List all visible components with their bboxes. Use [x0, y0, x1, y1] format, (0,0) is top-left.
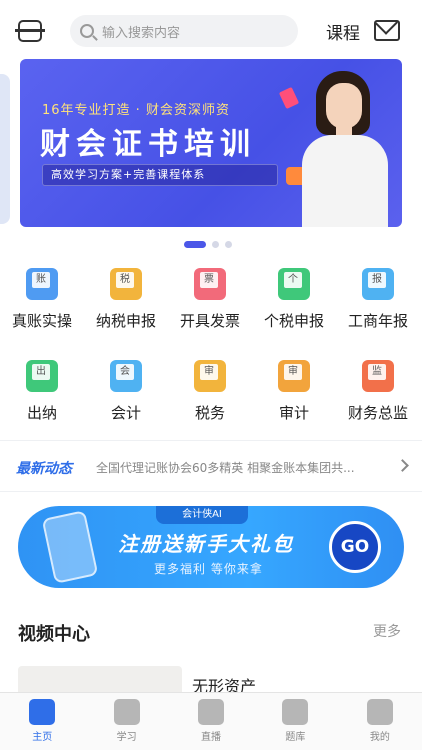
banner-pagination [184, 241, 232, 248]
book-decoration-icon [278, 86, 300, 110]
live-icon [198, 699, 225, 725]
service-icon: 监 [362, 360, 394, 392]
grid-item[interactable]: 出出纳 [0, 360, 84, 423]
grid-item-label: 财务总监 [347, 404, 408, 422]
video-thumbnail[interactable] [18, 666, 182, 692]
service-icon: 票 [194, 268, 226, 300]
promo-banner[interactable]: 16年专业打造 · 财会资深师资 财会证书培训 高效学习方案+完善课程体系 [20, 59, 402, 227]
pagination-dot-active[interactable] [184, 241, 206, 248]
more-link[interactable]: 更多 [373, 621, 401, 641]
banner-model-image [298, 71, 388, 227]
user-icon [366, 699, 393, 725]
bottom-tab-bar: 主页 学习 直播 题库 我的 [0, 692, 422, 750]
grid-item-label: 审计 [278, 404, 309, 422]
tab-live[interactable]: 直播 [169, 693, 253, 750]
grid-item-label: 真账实操 [11, 312, 72, 330]
grid-item-label: 个税申报 [263, 312, 324, 330]
service-icon-glyph: 账 [32, 272, 50, 288]
service-icon-glyph: 审 [284, 364, 302, 380]
service-icon-glyph: 监 [368, 364, 386, 380]
book-icon [113, 699, 140, 725]
tab-label: 直播 [201, 732, 222, 743]
grid-icon [282, 699, 309, 725]
service-icon: 账 [26, 268, 58, 300]
grid-item-label: 出纳 [26, 404, 57, 422]
tab-label: 主页 [32, 732, 53, 743]
promo-tag: 会计侠AI [156, 506, 248, 524]
grid-item[interactable]: 报工商年报 [336, 268, 420, 331]
service-icon-glyph: 出 [32, 364, 50, 380]
service-icon: 审 [278, 360, 310, 392]
grid-item-label: 税务 [194, 404, 225, 422]
service-icon: 报 [362, 268, 394, 300]
tab-user[interactable]: 我的 [338, 693, 422, 750]
service-icon: 审 [194, 360, 226, 392]
grid-item-label: 纳税申报 [95, 312, 156, 330]
home-icon [29, 699, 56, 725]
tab-label: 学习 [116, 732, 137, 743]
tab-book[interactable]: 学习 [84, 693, 168, 750]
banner-subtitle: 16年专业打造 · 财会资深师资 [42, 103, 230, 118]
service-icon: 会 [110, 360, 142, 392]
promo-title: 注册送新手大礼包 [118, 532, 294, 556]
go-button[interactable]: GO [329, 521, 381, 573]
banner-prev-peek[interactable] [0, 74, 10, 224]
chevron-right-icon[interactable] [396, 459, 409, 472]
top-header: 输入搜索内容 课程 [0, 0, 422, 60]
course-link[interactable]: 课程 [326, 19, 360, 44]
scan-icon[interactable] [15, 20, 45, 42]
grid-item-label: 开具发票 [179, 312, 240, 330]
grid-item[interactable]: 审审计 [252, 360, 336, 423]
grid-item[interactable]: 审税务 [168, 360, 252, 423]
section-title: 视频中心 [18, 624, 90, 645]
news-text[interactable]: 全国代理记账协会60多精英 相聚金账本集团共... [96, 459, 386, 476]
service-icon-glyph: 个 [284, 272, 302, 288]
grid-item[interactable]: 税纳税申报 [84, 268, 168, 331]
service-icon: 出 [26, 360, 58, 392]
service-icon-glyph: 审 [200, 364, 218, 380]
search-input[interactable]: 输入搜索内容 [102, 22, 180, 41]
news-logo: 最新动态 [16, 461, 72, 477]
grid-item[interactable]: 会会计 [84, 360, 168, 423]
tab-label: 题库 [285, 732, 306, 743]
promo-subtitle: 更多福利 等你来拿 [154, 562, 263, 576]
banner-tagline: 高效学习方案+完善课程体系 [42, 164, 278, 186]
pagination-dot[interactable] [225, 241, 232, 248]
grid-item[interactable]: 账真账实操 [0, 268, 84, 331]
service-icon: 个 [278, 268, 310, 300]
tab-grid[interactable]: 题库 [253, 693, 337, 750]
grid-item[interactable]: 监财务总监 [336, 360, 420, 423]
phone-illustration-icon [41, 510, 99, 584]
service-icon-glyph: 会 [116, 364, 134, 380]
service-icon-glyph: 报 [368, 272, 386, 288]
banner-title: 财会证书培训 [40, 127, 256, 162]
pagination-dot[interactable] [212, 241, 219, 248]
tab-home[interactable]: 主页 [0, 693, 84, 750]
grid-item-label: 工商年报 [347, 312, 408, 330]
mail-icon[interactable] [374, 20, 400, 41]
search-bar[interactable]: 输入搜索内容 [70, 15, 298, 47]
service-icon: 税 [110, 268, 142, 300]
service-icon-glyph: 税 [116, 272, 134, 288]
service-icon-glyph: 票 [200, 272, 218, 288]
grid-item[interactable]: 票开具发票 [168, 268, 252, 331]
tab-label: 我的 [369, 732, 390, 743]
grid-item[interactable]: 个个税申报 [252, 268, 336, 331]
grid-item-label: 会计 [110, 404, 141, 422]
search-icon [80, 24, 94, 38]
news-ticker[interactable]: 最新动态 全国代理记账协会60多精英 相聚金账本集团共... [0, 440, 422, 492]
